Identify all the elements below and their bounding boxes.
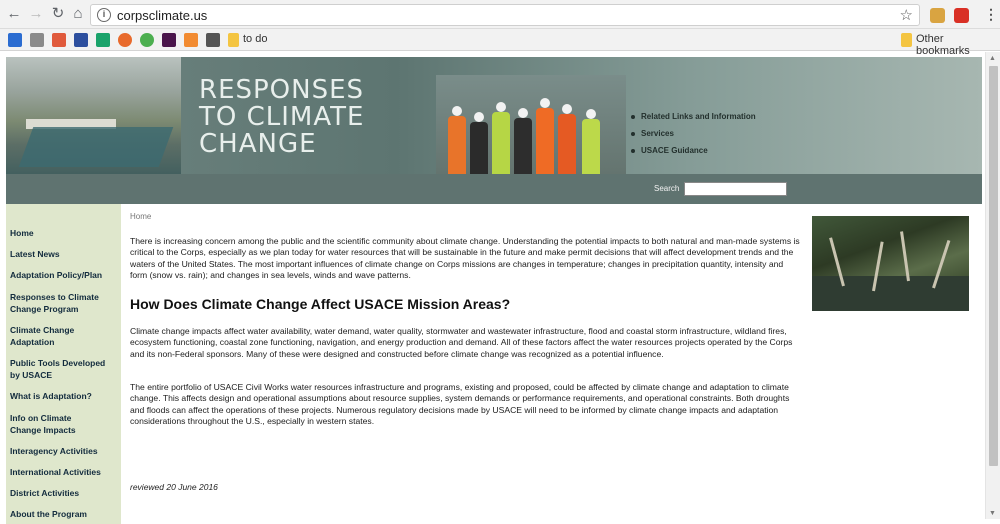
sidebar-item-public-tools[interactable]: Public Tools Developed by USACE bbox=[10, 358, 110, 381]
mail-icon[interactable] bbox=[8, 33, 22, 47]
breadcrumb[interactable]: Home bbox=[130, 212, 151, 221]
site-title-line: RESPONSES bbox=[199, 75, 365, 105]
sidebar-item-interagency[interactable]: Interagency Activities bbox=[10, 446, 120, 458]
section-heading: How Does Climate Change Affect USACE Mis… bbox=[130, 296, 511, 312]
browser-menu-icon[interactable]: ⋮ bbox=[984, 6, 998, 23]
folder-icon[interactable] bbox=[228, 33, 239, 47]
reviewed-date: reviewed 20 June 2016 bbox=[130, 482, 218, 492]
nav-services[interactable]: Services bbox=[631, 129, 756, 138]
dam-photo bbox=[6, 57, 181, 174]
sidebar-nav: Home Latest News Adaptation Policy/Plan … bbox=[6, 204, 121, 524]
mangrove-photo bbox=[812, 216, 969, 311]
sidebar-item-what-is-adaptation[interactable]: What is Adaptation? bbox=[10, 391, 120, 403]
bookmark-icon[interactable] bbox=[52, 33, 66, 47]
site-banner: RESPONSES TO CLIMATE CHANGE Related Link… bbox=[6, 57, 982, 174]
sidebar-item-international[interactable]: International Activities bbox=[10, 467, 120, 479]
bookmark-icon[interactable] bbox=[162, 33, 176, 47]
bookmark-star-icon[interactable]: ☆ bbox=[900, 6, 913, 24]
bookmark-folder-todo[interactable]: to do bbox=[243, 33, 267, 45]
vertical-scrollbar[interactable]: ▲ ▼ bbox=[985, 52, 1000, 519]
browser-toolbar: ← → ↻ ⌂ i corpsclimate.us ☆ ⋮ bbox=[0, 0, 1000, 29]
bookmark-icon[interactable] bbox=[206, 33, 220, 47]
calendar-icon[interactable] bbox=[184, 33, 198, 47]
scroll-down-icon[interactable]: ▼ bbox=[989, 510, 996, 517]
intro-paragraph: There is increasing concern among the pu… bbox=[130, 236, 800, 281]
nav-related-links[interactable]: Related Links and Information bbox=[631, 112, 756, 121]
scroll-up-icon[interactable]: ▲ bbox=[989, 55, 996, 62]
sidebar-item-district[interactable]: District Activities bbox=[10, 488, 120, 500]
site-info-icon[interactable]: i bbox=[97, 8, 111, 22]
bookmark-icon[interactable] bbox=[30, 33, 44, 47]
sidebar-item-climate-adaptation[interactable]: Climate Change Adaptation bbox=[10, 325, 90, 348]
bookmark-icon[interactable] bbox=[96, 33, 110, 47]
forward-icon[interactable]: → bbox=[28, 6, 44, 22]
nav-usace-guidance[interactable]: USACE Guidance bbox=[631, 146, 756, 155]
sidebar-item-climate-impacts[interactable]: Info on Climate Change Impacts bbox=[10, 413, 90, 436]
web-page: RESPONSES TO CLIMATE CHANGE Related Link… bbox=[6, 57, 982, 524]
bookmark-icon[interactable] bbox=[74, 33, 88, 47]
sidebar-item-responses-program[interactable]: Responses to Climate Change Program bbox=[10, 292, 110, 315]
back-icon[interactable]: ← bbox=[6, 6, 22, 22]
sidebar-item-home[interactable]: Home bbox=[10, 228, 120, 240]
extension-icon[interactable] bbox=[930, 8, 945, 23]
scroll-thumb[interactable] bbox=[989, 66, 998, 466]
site-title-line: CHANGE bbox=[199, 129, 317, 159]
body-paragraph: The entire portfolio of USACE Civil Work… bbox=[130, 382, 790, 427]
search-label: Search bbox=[654, 184, 680, 193]
search-bar: Search bbox=[6, 174, 982, 204]
reload-icon[interactable]: ↻ bbox=[50, 6, 66, 22]
bookmark-icon[interactable] bbox=[140, 33, 154, 47]
extension-icon[interactable] bbox=[954, 8, 969, 23]
site-title[interactable]: RESPONSES TO CLIMATE CHANGE bbox=[199, 77, 364, 158]
address-bar[interactable]: i corpsclimate.us ☆ bbox=[90, 4, 920, 26]
bookmarks-bar: to do Other bookmarks bbox=[0, 29, 1000, 57]
url-text: corpsclimate.us bbox=[117, 8, 208, 23]
bookmark-icon[interactable] bbox=[118, 33, 132, 47]
sidebar-item-latest-news[interactable]: Latest News bbox=[10, 249, 120, 261]
site-title-line: TO CLIMATE bbox=[199, 102, 365, 132]
team-photo bbox=[436, 75, 626, 174]
home-icon[interactable]: ⌂ bbox=[70, 6, 86, 22]
sidebar-item-adaptation-policy[interactable]: Adaptation Policy/Plan bbox=[10, 270, 120, 282]
search-input[interactable] bbox=[684, 182, 787, 196]
body-paragraph: Climate change impacts affect water avai… bbox=[130, 326, 793, 359]
banner-nav: Related Links and Information Services U… bbox=[631, 112, 756, 163]
folder-icon[interactable] bbox=[901, 33, 912, 47]
